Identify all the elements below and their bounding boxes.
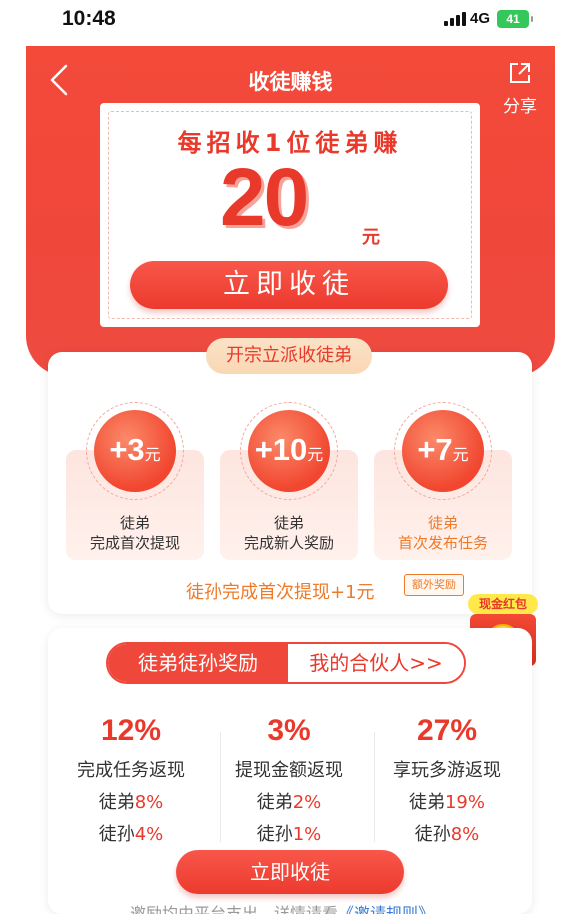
tier-badge: +10元 [248, 410, 330, 492]
share-button[interactable]: 分享 [496, 60, 544, 117]
stat-line-value: 8% [450, 824, 480, 845]
red-packet-label: 现金红包 [468, 594, 538, 614]
stat-line-apprentice: 徒弟8% [54, 788, 208, 816]
tier-badge: +3元 [94, 410, 176, 492]
status-bar: 10:48 4G 41 [0, 0, 581, 46]
stat-line-value: 4% [134, 824, 164, 845]
stat-line-grand-apprentice: 徒孙1% [212, 820, 366, 848]
footnote: 邀励均由平台支出，详情请看《邀请规则》 [130, 902, 530, 914]
stat-line-grand-apprentice: 徒孙4% [54, 820, 208, 848]
stat-line-apprentice: 徒弟19% [370, 788, 524, 816]
tier-item: +10元 徒弟 完成新人奖励 [220, 402, 358, 560]
stat-column: 27% 享玩多游返现 徒弟19% 徒孙8% [370, 714, 524, 848]
stat-percent: 3% [267, 714, 311, 747]
tier-rewards-card: 开宗立派收徒弟 +3元 徒弟 完成首次提现 +10元 徒弟 完成新人奖励 +7元… [48, 338, 532, 614]
tier-desc: 完成首次提现 [89, 534, 180, 552]
invite-rules-link[interactable]: 《邀请规则》 [338, 904, 434, 914]
stat-percent: 27% [416, 714, 478, 747]
stat-line-label: 徒弟 [98, 792, 135, 813]
stat-percent: 12% [100, 714, 162, 747]
reward-tabs: 徒弟徒孙奖励 我的合伙人>> [106, 642, 466, 684]
tier-badge: +7元 [402, 410, 484, 492]
tier-value: +10 [254, 432, 308, 467]
tier-item: +7元 徒弟 首次发布任务 [374, 402, 512, 560]
tier-item: +3元 徒弟 完成首次提现 [66, 402, 204, 560]
tier-tag: 开宗立派收徒弟 [206, 338, 372, 374]
tier-title: 徒弟 [427, 514, 458, 532]
signal-icon [444, 12, 466, 26]
stat-line-label: 徒孙 [414, 824, 451, 845]
tier-title: 徒弟 [119, 514, 150, 532]
stat-line-value: 1% [292, 824, 322, 845]
tier-unit: 元 [307, 447, 324, 464]
share-icon [510, 63, 530, 83]
stat-line-value: 8% [134, 792, 164, 813]
tab-apprentice-rewards[interactable]: 徒弟徒孙奖励 [108, 644, 288, 682]
stat-desc: 提现金额返现 [235, 760, 343, 781]
stat-column: 12% 完成任务返现 徒弟8% 徒孙4% [54, 714, 208, 848]
invite-now-bottom-button[interactable]: 立即收徒 [176, 850, 404, 894]
tier-value: +3 [109, 432, 145, 467]
tier-title: 徒弟 [273, 514, 304, 532]
network-type: 4G [470, 10, 491, 27]
stat-line-value: 2% [292, 792, 322, 813]
stat-line-value: 19% [444, 792, 485, 813]
tier-unit: 元 [144, 447, 161, 464]
invite-card: 每招收1位徒弟赚 20 元 立即收徒 [100, 103, 480, 327]
battery-icon: 41 [497, 10, 533, 28]
invite-now-button[interactable]: 立即收徒 [130, 261, 448, 309]
footnote-text: 邀励均由平台支出，详情请看 [130, 904, 339, 914]
tier-desc: 首次发布任务 [397, 534, 488, 552]
tab-my-partners[interactable]: 我的合伙人>> [288, 644, 464, 682]
bonus-text: 徒孙完成首次提现+1元 [186, 582, 375, 603]
reward-panel: 徒弟徒孙奖励 我的合伙人>> 12% 完成任务返现 徒弟8% 徒孙4% 3% 提… [48, 628, 532, 914]
stat-desc: 完成任务返现 [77, 760, 185, 781]
tier-unit: 元 [452, 447, 469, 464]
reward-amount: 20 [220, 152, 309, 243]
stat-line-label: 徒弟 [256, 792, 293, 813]
tier-value: +7 [417, 432, 453, 467]
stat-desc: 享玩多游返现 [393, 760, 501, 781]
stat-column: 3% 提现金额返现 徒弟2% 徒孙1% [212, 714, 366, 848]
bonus-tag: 额外奖励 [404, 574, 464, 596]
page-title: 收徒赚钱 [248, 70, 333, 94]
stat-line-label: 徒孙 [256, 824, 293, 845]
stat-line-label: 徒孙 [98, 824, 135, 845]
tier-desc: 完成新人奖励 [243, 534, 334, 552]
stat-line-apprentice: 徒弟2% [212, 788, 366, 816]
reward-unit: 元 [362, 227, 380, 248]
share-label: 分享 [503, 97, 537, 117]
stat-line-grand-apprentice: 徒孙8% [370, 820, 524, 848]
status-time: 10:48 [62, 7, 116, 30]
stat-line-label: 徒弟 [408, 792, 445, 813]
